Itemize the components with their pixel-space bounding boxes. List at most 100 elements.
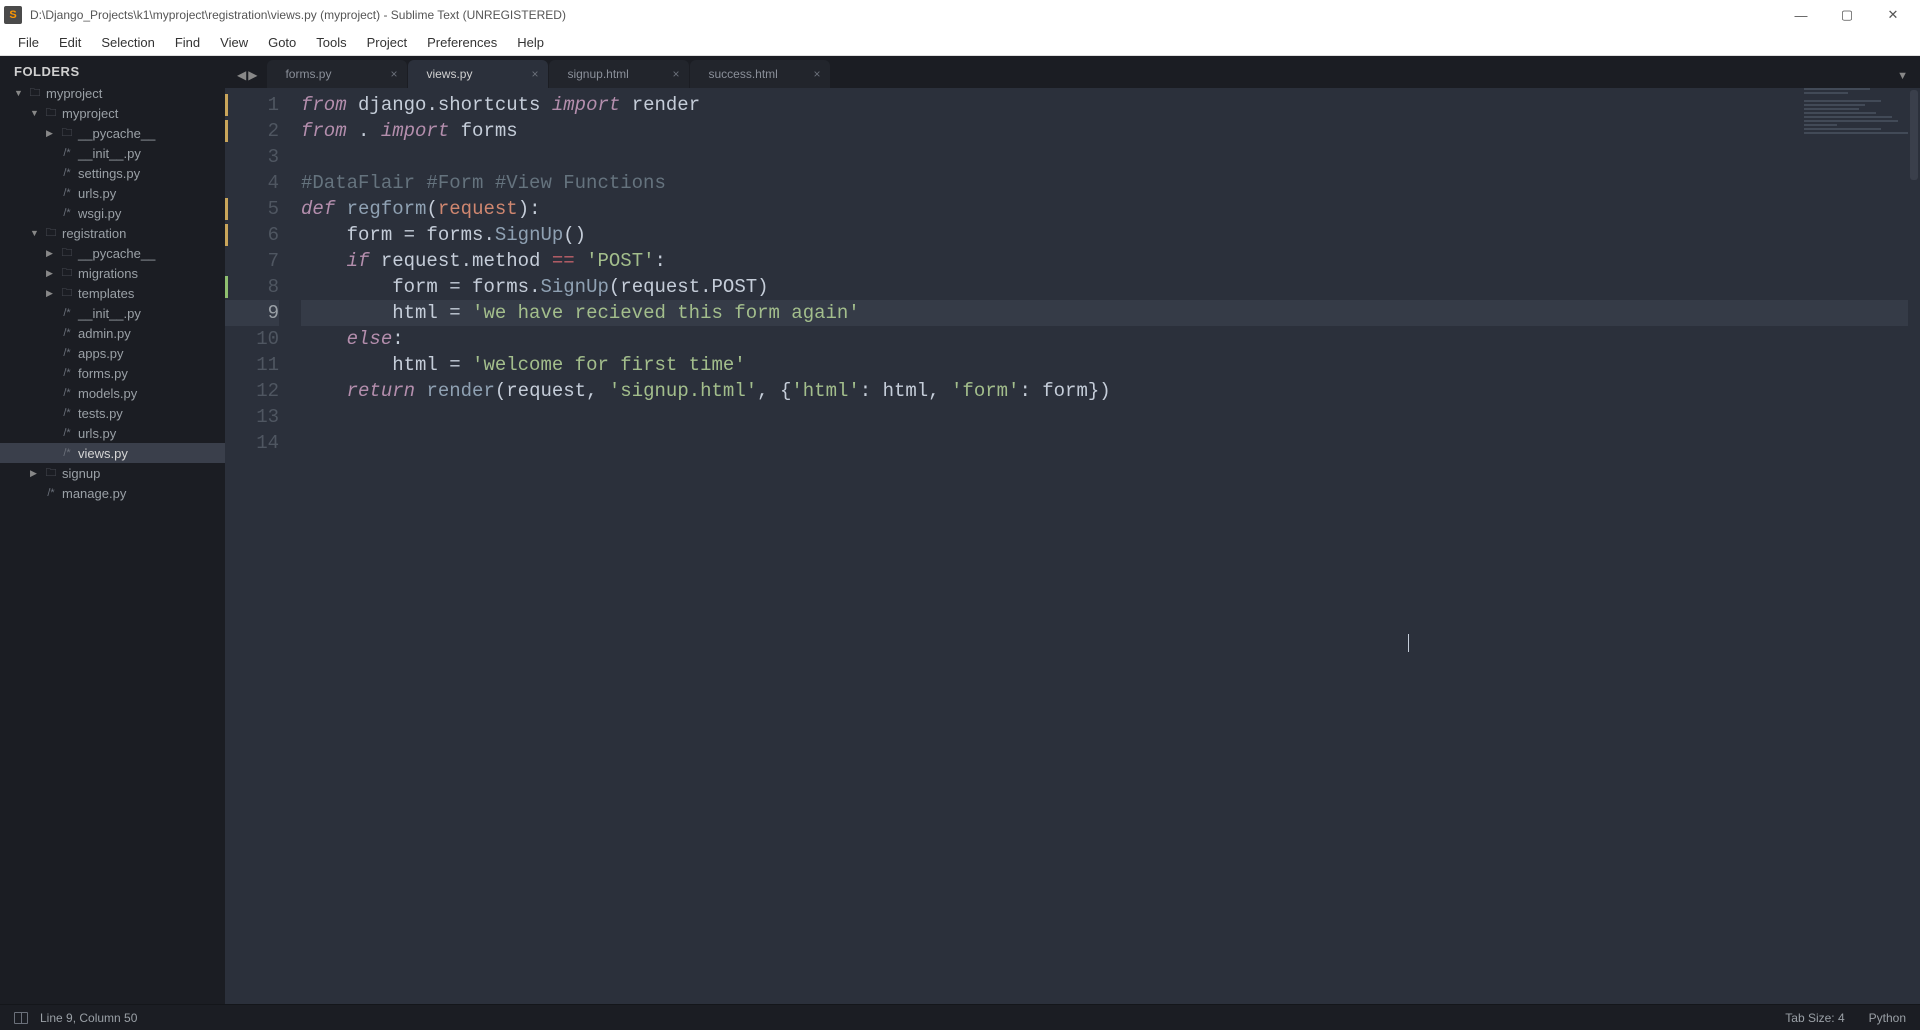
tree-item-manage-py[interactable]: /*manage.py xyxy=(0,483,225,503)
tree-item-myproject[interactable]: ▼🗀myproject xyxy=(0,83,225,103)
menu-view[interactable]: View xyxy=(210,33,258,52)
chevron-icon[interactable]: ▶ xyxy=(46,128,56,139)
close-button[interactable]: ✕ xyxy=(1870,0,1916,30)
code-line[interactable]: html = 'welcome for first time' xyxy=(301,352,1920,378)
chevron-icon[interactable]: ▼ xyxy=(14,88,24,98)
tab-success-html[interactable]: success.html× xyxy=(690,60,830,88)
line-number[interactable]: 10 xyxy=(225,326,279,352)
tree-item-tests-py[interactable]: /*tests.py xyxy=(0,403,225,423)
tree-item---pycache--[interactable]: ▶🗀__pycache__ xyxy=(0,243,225,263)
menu-selection[interactable]: Selection xyxy=(91,33,164,52)
code-line[interactable] xyxy=(301,430,1920,456)
chevron-icon[interactable]: ▶ xyxy=(46,268,56,279)
tree-item-migrations[interactable]: ▶🗀migrations xyxy=(0,263,225,283)
tree-item-views-py[interactable]: /*views.py xyxy=(0,443,225,463)
tab-overflow-icon[interactable]: ▼ xyxy=(1897,70,1920,88)
folder-icon: 🗀 xyxy=(28,84,42,103)
code-line[interactable]: from django.shortcuts import render xyxy=(301,92,1920,118)
line-number[interactable]: 1 xyxy=(225,92,279,118)
file-icon: /* xyxy=(60,327,74,339)
tree-item-apps-py[interactable]: /*apps.py xyxy=(0,343,225,363)
code-line[interactable]: form = forms.SignUp(request.POST) xyxy=(301,274,1920,300)
maximize-button[interactable]: ▢ xyxy=(1824,0,1870,30)
code-content[interactable]: from django.shortcuts import renderfrom … xyxy=(291,88,1920,1004)
line-number[interactable]: 9 xyxy=(225,300,279,326)
line-number[interactable]: 7 xyxy=(225,248,279,274)
code-line[interactable]: return render(request, 'signup.html', {'… xyxy=(301,378,1920,404)
line-number[interactable]: 3 xyxy=(225,144,279,170)
folder-tree[interactable]: ▼🗀myproject▼🗀myproject▶🗀__pycache__/*__i… xyxy=(0,83,225,1004)
tree-item-settings-py[interactable]: /*settings.py xyxy=(0,163,225,183)
menu-tools[interactable]: Tools xyxy=(306,33,356,52)
tree-item-templates[interactable]: ▶🗀templates xyxy=(0,283,225,303)
menu-help[interactable]: Help xyxy=(507,33,554,52)
tree-item-myproject[interactable]: ▼🗀myproject xyxy=(0,103,225,123)
code-line[interactable]: def regform(request): xyxy=(301,196,1920,222)
file-icon: /* xyxy=(60,167,74,179)
menu-edit[interactable]: Edit xyxy=(49,33,91,52)
tab-signup-html[interactable]: signup.html× xyxy=(549,60,689,88)
tree-item-label: __pycache__ xyxy=(78,246,155,261)
tree-item-label: migrations xyxy=(78,266,138,281)
code-line[interactable]: from . import forms xyxy=(301,118,1920,144)
close-icon[interactable]: × xyxy=(390,67,397,81)
menu-preferences[interactable]: Preferences xyxy=(417,33,507,52)
tree-item-urls-py[interactable]: /*urls.py xyxy=(0,423,225,443)
line-number[interactable]: 8 xyxy=(225,274,279,300)
syntax-indicator[interactable]: Python xyxy=(1869,1011,1906,1025)
tree-item-models-py[interactable]: /*models.py xyxy=(0,383,225,403)
line-number[interactable]: 4 xyxy=(225,170,279,196)
tab-size-indicator[interactable]: Tab Size: 4 xyxy=(1785,1011,1844,1025)
close-icon[interactable]: × xyxy=(531,67,538,81)
tree-item-label: myproject xyxy=(62,106,118,121)
tree-item---pycache--[interactable]: ▶🗀__pycache__ xyxy=(0,123,225,143)
tab-forms-py[interactable]: forms.py× xyxy=(267,60,407,88)
line-number[interactable]: 13 xyxy=(225,404,279,430)
chevron-icon[interactable]: ▼ xyxy=(30,228,40,238)
tree-item-signup[interactable]: ▶🗀signup xyxy=(0,463,225,483)
code-line[interactable]: if request.method == 'POST': xyxy=(301,248,1920,274)
line-number[interactable]: 6 xyxy=(225,222,279,248)
line-number[interactable]: 5 xyxy=(225,196,279,222)
minimize-button[interactable]: — xyxy=(1778,0,1824,30)
file-icon: /* xyxy=(60,187,74,199)
tree-item-urls-py[interactable]: /*urls.py xyxy=(0,183,225,203)
code-line[interactable]: else: xyxy=(301,326,1920,352)
file-icon: /* xyxy=(60,387,74,399)
code-line[interactable] xyxy=(301,404,1920,430)
chevron-icon[interactable]: ▶ xyxy=(30,468,40,479)
line-number[interactable]: 2 xyxy=(225,118,279,144)
menu-goto[interactable]: Goto xyxy=(258,33,306,52)
menu-find[interactable]: Find xyxy=(165,33,210,52)
tree-item---init---py[interactable]: /*__init__.py xyxy=(0,303,225,323)
panel-switcher-icon[interactable] xyxy=(14,1012,28,1024)
tree-item-registration[interactable]: ▼🗀registration xyxy=(0,223,225,243)
history-back-icon[interactable]: ◀ xyxy=(237,68,246,82)
close-icon[interactable]: × xyxy=(813,67,820,81)
tree-item-label: __init__.py xyxy=(78,306,141,321)
line-number[interactable]: 14 xyxy=(225,430,279,456)
tree-item-forms-py[interactable]: /*forms.py xyxy=(0,363,225,383)
line-number[interactable]: 11 xyxy=(225,352,279,378)
file-icon: /* xyxy=(60,367,74,379)
tree-item-admin-py[interactable]: /*admin.py xyxy=(0,323,225,343)
code-line[interactable]: #DataFlair #Form #View Functions xyxy=(301,170,1920,196)
cursor-position[interactable]: Line 9, Column 50 xyxy=(40,1011,137,1025)
chevron-icon[interactable]: ▼ xyxy=(30,108,40,118)
code-line[interactable]: form = forms.SignUp() xyxy=(301,222,1920,248)
history-forward-icon[interactable]: ▶ xyxy=(248,68,257,82)
code-line[interactable]: html = 'we have recieved this form again… xyxy=(301,300,1920,326)
menu-file[interactable]: File xyxy=(8,33,49,52)
code-line[interactable] xyxy=(301,144,1920,170)
chevron-icon[interactable]: ▶ xyxy=(46,288,56,299)
menu-project[interactable]: Project xyxy=(357,33,417,52)
scrollbar-thumb[interactable] xyxy=(1910,90,1918,180)
chevron-icon[interactable]: ▶ xyxy=(46,248,56,259)
tab-views-py[interactable]: views.py× xyxy=(408,60,548,88)
code-area[interactable]: 1234567891011121314 from django.shortcut… xyxy=(225,88,1920,1004)
close-icon[interactable]: × xyxy=(672,67,679,81)
tree-item-wsgi-py[interactable]: /*wsgi.py xyxy=(0,203,225,223)
tree-item---init---py[interactable]: /*__init__.py xyxy=(0,143,225,163)
vertical-scrollbar[interactable] xyxy=(1908,88,1920,1004)
line-number[interactable]: 12 xyxy=(225,378,279,404)
